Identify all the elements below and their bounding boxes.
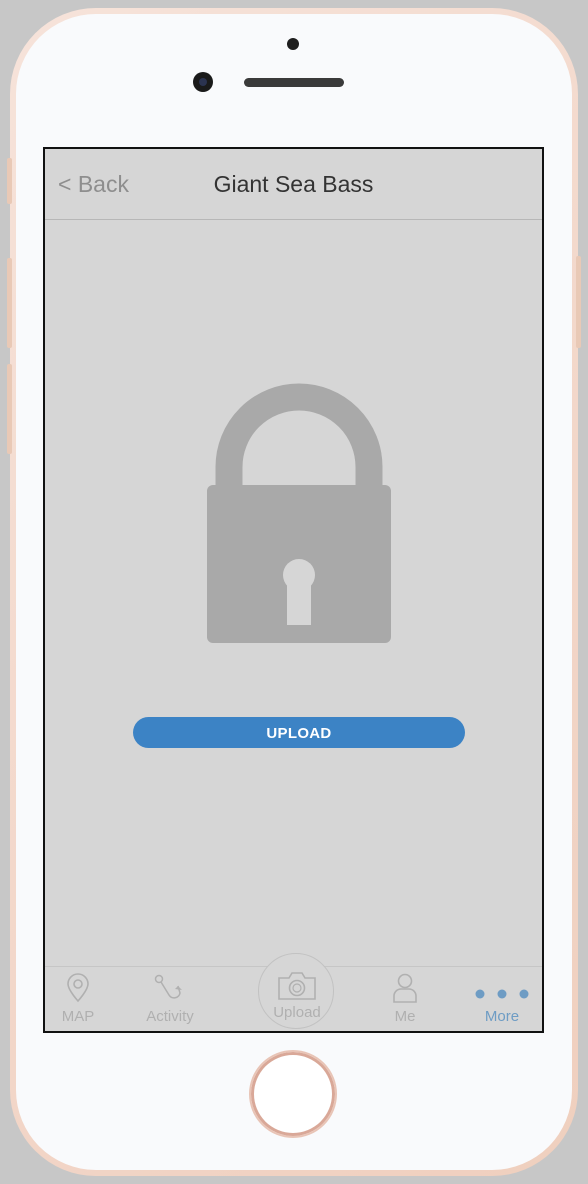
person-icon	[393, 973, 417, 1003]
tab-upload[interactable]: Upload	[251, 953, 343, 1031]
tab-activity[interactable]: Activity	[135, 967, 205, 1031]
tab-bar: MAP Activity Upload Me More	[45, 953, 542, 1031]
tab-upload-label: Upload	[273, 1004, 321, 1021]
tab-activity-label: Activity	[146, 1008, 194, 1025]
earpiece-speaker	[244, 78, 344, 87]
mute-switch	[7, 158, 12, 204]
tab-me[interactable]: Me	[370, 967, 440, 1031]
tab-more[interactable]: More	[467, 967, 537, 1031]
tab-map-label: MAP	[61, 1008, 95, 1025]
page-title: Giant Sea Bass	[213, 171, 374, 197]
tab-me-label: Me	[394, 1008, 416, 1025]
proximity-sensor	[287, 38, 299, 50]
volume-down-button	[7, 364, 12, 454]
more-dots-icon	[475, 989, 529, 999]
upload-button[interactable]: UPLOAD	[133, 717, 465, 748]
app-screen: < Back Giant Sea Bass UPLOAD MAP Activit…	[43, 147, 544, 1033]
tab-more-label: More	[484, 1008, 520, 1025]
fishing-hook-icon	[154, 974, 182, 999]
navigation-bar: < Back Giant Sea Bass	[45, 149, 542, 220]
padlock-icon	[207, 383, 391, 643]
power-button	[576, 256, 581, 348]
front-camera	[193, 72, 213, 92]
camera-icon	[278, 972, 316, 1000]
tab-map[interactable]: MAP	[47, 967, 109, 1031]
volume-up-button	[7, 258, 12, 348]
home-button[interactable]	[249, 1050, 337, 1138]
map-pin-icon	[67, 973, 89, 1003]
